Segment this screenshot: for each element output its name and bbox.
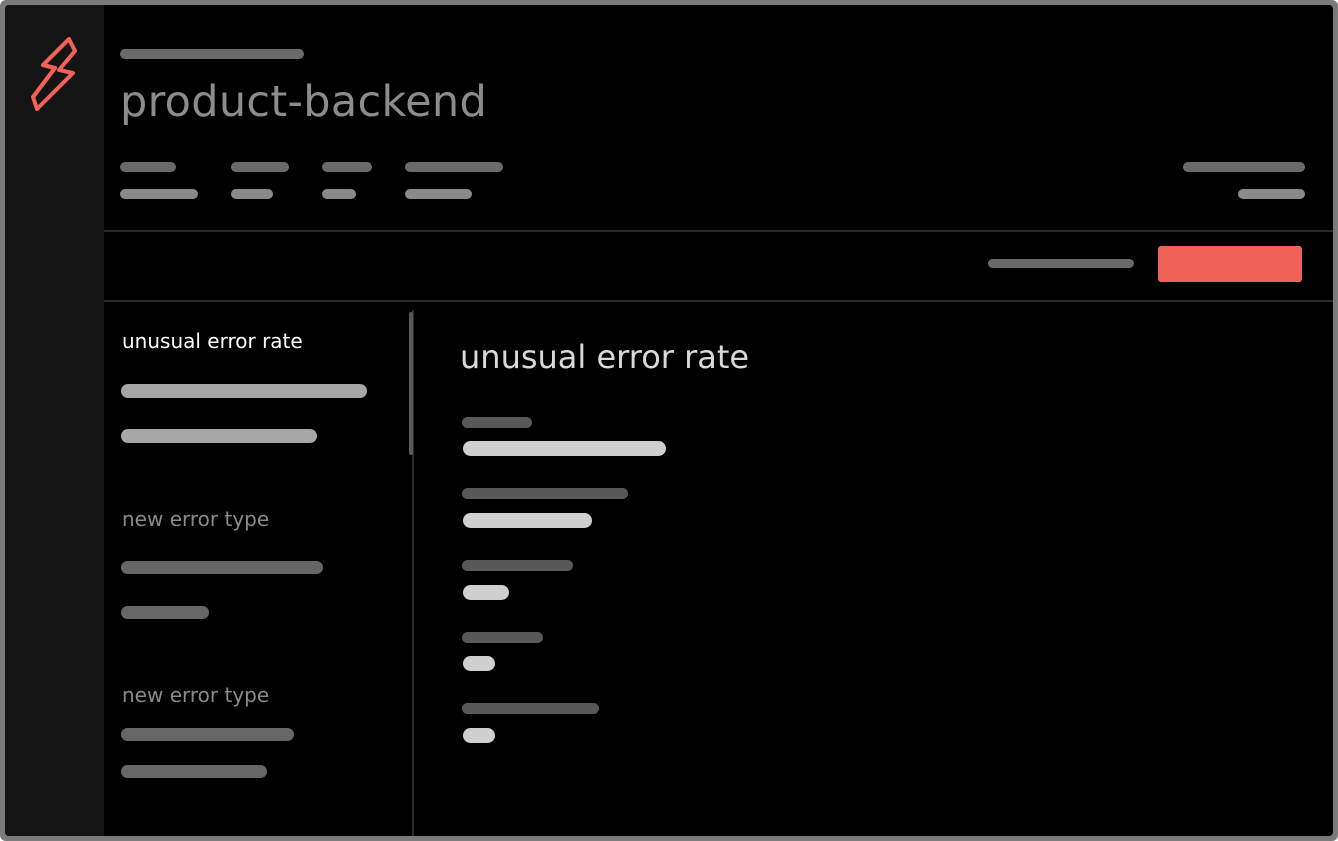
detail-field-value xyxy=(463,728,495,743)
list-item-line xyxy=(121,765,267,778)
detail-title: unusual error rate xyxy=(460,338,750,376)
meta-label xyxy=(120,162,176,172)
detail-field-value xyxy=(463,513,592,528)
meta-value xyxy=(405,189,472,199)
list-item-line xyxy=(121,561,323,574)
detail-field-label xyxy=(462,488,628,499)
list-item-title: new error type xyxy=(122,507,270,531)
meta-label xyxy=(231,162,289,172)
list-item-title: unusual error rate xyxy=(122,329,303,353)
app-frame: product-backend unusual error rate new e… xyxy=(0,0,1338,841)
breadcrumb-placeholder xyxy=(120,49,304,59)
meta-label xyxy=(1183,162,1305,172)
meta-value xyxy=(1238,189,1305,199)
detail-field-label xyxy=(462,703,599,714)
detail-field-value xyxy=(463,585,509,600)
list-item-title: new error type xyxy=(122,683,270,707)
detail-field-label xyxy=(462,560,573,571)
primary-action-button[interactable] xyxy=(1158,246,1302,282)
meta-label xyxy=(322,162,372,172)
detail-field-value xyxy=(463,441,666,456)
detail-field-label xyxy=(462,417,532,428)
list-scrollbar[interactable] xyxy=(409,312,413,455)
app-window: product-backend unusual error rate new e… xyxy=(5,5,1333,836)
meta-value xyxy=(322,189,356,199)
meta-value xyxy=(231,189,273,199)
header-divider xyxy=(104,230,1333,232)
meta-value xyxy=(120,189,198,199)
lightning-bolt-icon[interactable] xyxy=(29,37,79,111)
detail-field-value xyxy=(463,656,495,671)
meta-label xyxy=(405,162,503,172)
list-item-line xyxy=(121,728,294,741)
page-title: product-backend xyxy=(120,77,488,127)
sidebar xyxy=(5,5,104,836)
toolbar-divider xyxy=(104,300,1333,302)
detail-field-label xyxy=(462,632,543,643)
list-item-line xyxy=(121,384,367,398)
list-item-line xyxy=(121,606,209,619)
toolbar-link[interactable] xyxy=(988,259,1134,268)
list-item-line xyxy=(121,429,317,443)
